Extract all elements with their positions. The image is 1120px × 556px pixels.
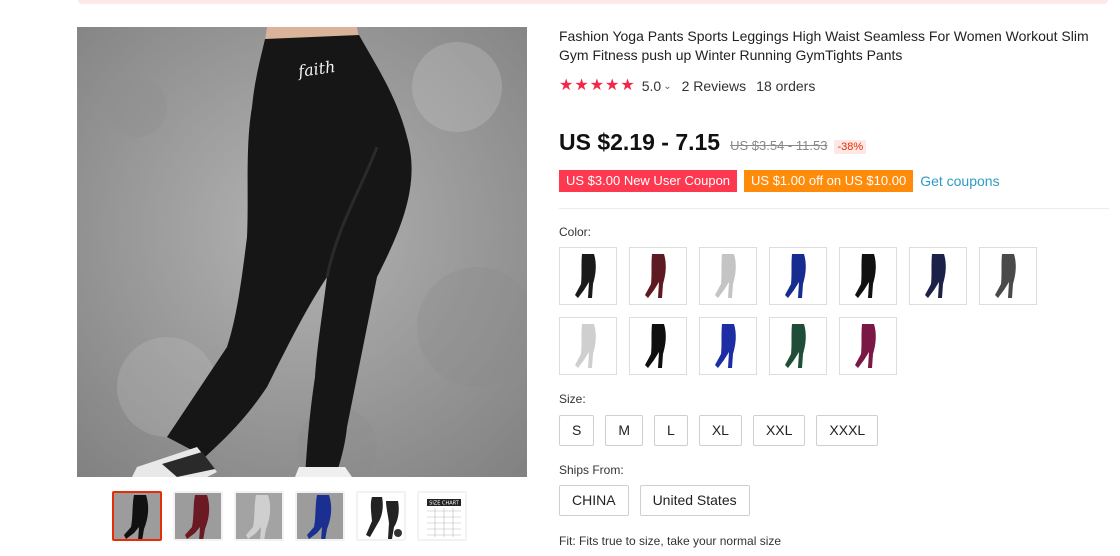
ships-from-label: Ships From: (559, 463, 624, 477)
size-option-s[interactable]: S (559, 415, 595, 446)
thumbnail-black[interactable] (112, 491, 162, 541)
size-option-xl[interactable]: XL (698, 415, 742, 446)
rating-stars: ★ ★ ★ ★ ★ (559, 78, 635, 94)
leggings-shape (785, 254, 806, 298)
size-option-xxxl[interactable]: XXXL (816, 415, 879, 446)
leggings-shape (645, 254, 666, 298)
coupon-row: US $3.00 New User Coupon US $1.00 off on… (559, 170, 1000, 192)
leggings-shape (995, 254, 1016, 298)
reviews-link[interactable]: 2 Reviews (682, 78, 747, 94)
color-swatch[interactable] (909, 247, 967, 305)
leggings-thumbnail (995, 254, 1016, 298)
thumbnail-blue[interactable] (295, 491, 345, 541)
leggings-thumbnail (855, 254, 876, 298)
color-options (559, 247, 1059, 375)
leggings-thumbnail (645, 254, 666, 298)
color-swatch[interactable] (979, 247, 1037, 305)
rating-row: ★ ★ ★ ★ ★ 5.0 ⌄ 2 Reviews 18 orders (559, 76, 815, 96)
chevron-down-icon[interactable]: ⌄ (663, 81, 671, 92)
color-swatch[interactable] (839, 247, 897, 305)
color-swatch[interactable] (699, 317, 757, 375)
leggings-thumbnail (715, 254, 736, 298)
star-icon: ★ (589, 77, 605, 94)
leggings-thumbnail (575, 324, 596, 368)
store-coupon[interactable]: US $1.00 off on US $10.00 (744, 170, 914, 192)
leggings-shape (925, 254, 946, 298)
top-banner-strip (78, 0, 1108, 4)
thumbnail-size-chart[interactable]: SIZE CHART (417, 491, 467, 541)
leggings-thumbnail (785, 254, 806, 298)
ships-from-china[interactable]: CHINA (559, 485, 629, 516)
leggings-thumbnail (715, 324, 736, 368)
size-label: Size: (559, 392, 586, 406)
thumbnail-detail[interactable] (356, 491, 406, 541)
thumbnail-wine[interactable] (173, 491, 223, 541)
size-option-xxl[interactable]: XXL (752, 415, 806, 446)
color-swatch[interactable] (629, 247, 687, 305)
leggings-shape (785, 324, 806, 368)
main-product-image[interactable]: faith (77, 27, 527, 477)
color-label: Color: (559, 225, 592, 239)
rating-value[interactable]: 5.0 (642, 78, 661, 94)
color-swatch[interactable] (839, 317, 897, 375)
orders-count: 18 orders (756, 78, 816, 94)
color-swatch[interactable] (769, 317, 827, 375)
leggings-shape (855, 324, 876, 368)
size-option-l[interactable]: L (654, 415, 688, 446)
thumbnail-gray[interactable] (234, 491, 284, 541)
leggings-thumbnail (925, 254, 946, 298)
leggings-thumbnail (645, 324, 666, 368)
discount-badge: -38% (834, 140, 867, 154)
size-option-m[interactable]: M (605, 415, 644, 446)
fit-note: Fit: Fits true to size, take your normal… (559, 534, 782, 548)
thumbnail-strip: SIZE CHART (112, 491, 467, 541)
price-row: US $2.19 - 7.15 US $3.54 - 11.53 -38% (559, 129, 867, 156)
star-icon: ★ (559, 77, 574, 94)
leggings-shape (715, 324, 736, 368)
color-swatch[interactable] (559, 247, 617, 305)
original-price: US $3.54 - 11.53 (730, 138, 828, 153)
leggings-shape (575, 324, 596, 368)
leggings-thumbnail (575, 254, 596, 298)
get-coupons-link[interactable]: Get coupons (920, 173, 999, 189)
star-icon: ★ (574, 77, 589, 94)
color-swatch[interactable] (559, 317, 617, 375)
divider (559, 208, 1109, 209)
ships-from-options: CHINA United States (559, 485, 750, 516)
star-icon: ★ (620, 77, 635, 94)
new-user-coupon[interactable]: US $3.00 New User Coupon (559, 170, 738, 192)
product-title: Fashion Yoga Pants Sports Leggings High … (559, 28, 1089, 63)
color-swatch[interactable] (769, 247, 827, 305)
color-swatch[interactable] (629, 317, 687, 375)
ships-from-united-states[interactable]: United States (639, 485, 750, 516)
leggings-thumbnail (855, 324, 876, 368)
current-price: US $2.19 - 7.15 (559, 129, 721, 155)
leggings-thumbnail (785, 324, 806, 368)
star-icon: ★ (605, 77, 620, 94)
leggings-shape (855, 254, 876, 298)
size-chart-title: SIZE CHART (429, 501, 460, 507)
size-options: S M L XL XXL XXXL (559, 415, 879, 446)
leggings-shape (715, 254, 736, 298)
leggings-shape (645, 324, 666, 368)
color-swatch[interactable] (699, 247, 757, 305)
leggings-shape (575, 254, 596, 298)
